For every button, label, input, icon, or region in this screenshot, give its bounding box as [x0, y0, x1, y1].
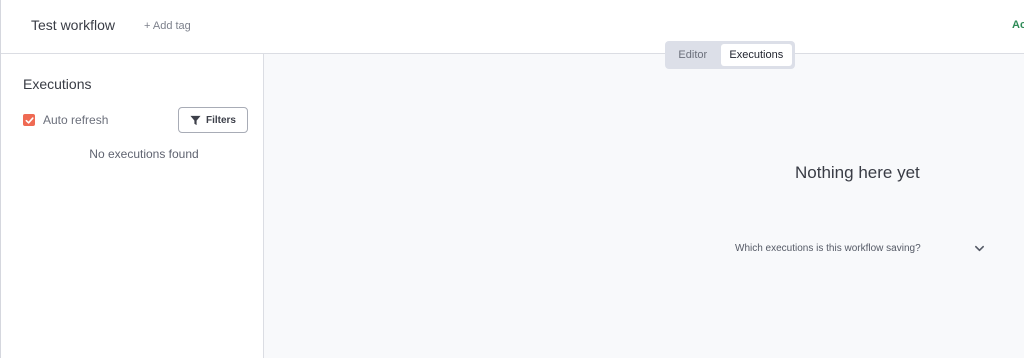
sidebar-title: Executions	[23, 76, 92, 92]
add-tag-button[interactable]: + Add tag	[144, 20, 191, 32]
active-toggle-label[interactable]: Ac	[1012, 19, 1024, 31]
empty-executions-text: No executions found	[89, 147, 199, 161]
workflow-executions-page: Test workflow + Add tag Ac Editor Execut…	[0, 0, 1024, 358]
executions-sidebar: Executions Auto refresh Filters No execu…	[1, 54, 264, 358]
workflow-header: Test workflow + Add tag Ac	[1, 0, 1024, 54]
filters-label: Filters	[205, 114, 236, 126]
saving-settings-disclosure[interactable]: Which executions is this workflow saving…	[735, 239, 985, 257]
check-mark-icon	[25, 116, 34, 124]
view-toggle: Editor Executions	[665, 41, 795, 69]
auto-refresh-checkbox[interactable]: Auto refresh	[23, 113, 108, 127]
auto-refresh-label: Auto refresh	[43, 113, 109, 127]
saving-question-text: Which executions is this workflow saving…	[735, 242, 921, 254]
chevron-down-icon[interactable]	[974, 243, 985, 254]
filters-button[interactable]: Filters	[178, 107, 248, 133]
check-icon[interactable]	[23, 114, 35, 126]
workflow-title[interactable]: Test workflow	[31, 17, 115, 33]
empty-state-title: Nothing here yet	[795, 163, 920, 182]
tab-executions[interactable]: Executions	[720, 44, 792, 66]
tab-editor[interactable]: Editor	[668, 44, 718, 66]
execution-preview-panel: Nothing here yet Which executions is thi…	[264, 54, 1024, 358]
filter-funnel-icon	[190, 115, 201, 125]
